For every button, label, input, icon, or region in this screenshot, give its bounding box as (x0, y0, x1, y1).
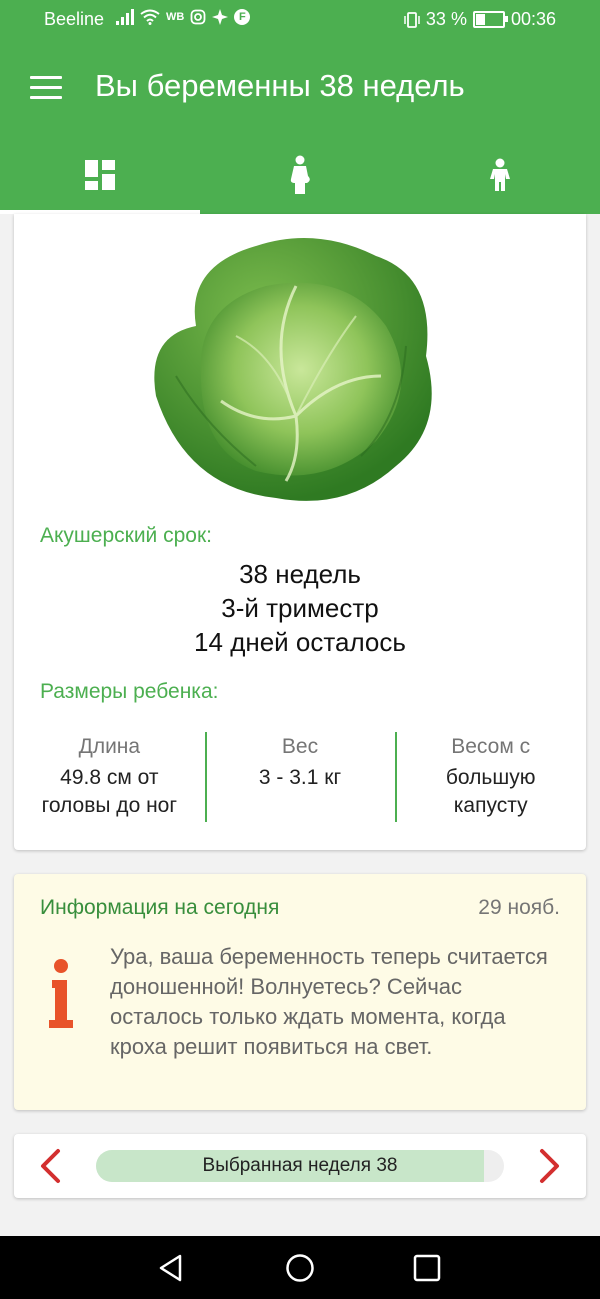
dashboard-icon (85, 160, 115, 190)
clock: 00:36 (510, 9, 556, 29)
tab-dashboard[interactable] (0, 136, 200, 214)
menu-icon[interactable] (30, 76, 62, 100)
wb-icon: WB (166, 11, 185, 23)
term-label: Акушерский срок: (40, 524, 212, 547)
pregnant-woman-icon (290, 155, 310, 194)
home-nav-icon[interactable] (285, 1253, 315, 1283)
length-column: Длина 49.8 см от головы до ног (14, 730, 205, 824)
baby-info-card: Акушерский срок: 38 недель 3-й триместр … (14, 214, 586, 850)
tab-mother[interactable] (200, 136, 400, 214)
child-icon (490, 158, 510, 191)
status-right: 33 % 00:36 (404, 9, 556, 30)
battery-icon (472, 11, 508, 28)
info-date: 29 нояб. (478, 896, 560, 919)
days-left-value: 14 дней осталось (194, 627, 406, 657)
tab-child[interactable] (400, 136, 600, 214)
baby-sizes: Длина 49.8 см от головы до ног Вес 3 - 3… (14, 730, 586, 824)
info-icon (49, 959, 73, 1028)
length-value: 49.8 см от головы до ног (41, 766, 178, 817)
page-title: Вы беременны 38 недель (95, 68, 465, 103)
vibrate-icon (404, 11, 420, 28)
length-header: Длина (78, 735, 141, 758)
daily-info-card: Информация на сегодня 29 нояб. Ура, ваша… (14, 874, 586, 1110)
weeks-value: 38 недель (239, 559, 361, 589)
f-icon: F (234, 9, 251, 25)
status-icons: WB F (116, 9, 251, 25)
system-nav-bar (0, 1236, 600, 1299)
trimester-value: 3-й триместр (221, 593, 379, 623)
week-progress-bar[interactable]: Выбранная неделя 38 (96, 1150, 504, 1182)
weight-column: Вес 3 - 3.1 кг (204, 730, 396, 824)
carrier-name: Beeline (44, 9, 105, 29)
week-selector: Выбранная неделя 38 (14, 1134, 586, 1198)
weight-value: 3 - 3.1 кг (258, 766, 342, 789)
signal-icon (116, 9, 134, 25)
selected-week-label: Выбранная неделя 38 (202, 1155, 398, 1176)
info-title: Информация на сегодня (40, 896, 280, 919)
info-text: Ура, ваша беременность теперь считается … (110, 944, 548, 1059)
recents-nav-icon[interactable] (412, 1253, 442, 1283)
cabbage-image (154, 238, 432, 501)
sparkle-icon (212, 9, 229, 25)
next-week-button[interactable] (532, 1148, 566, 1184)
comparison-column: Весом с большую капусту (395, 730, 586, 824)
battery-percent: 33 % (425, 9, 467, 29)
app-toolbar: Вы беременны 38 недель (0, 40, 600, 136)
instagram-icon (190, 9, 206, 25)
status-bar: Beeline WB F 33 % 00:36 (0, 0, 600, 40)
comparison-value: большую капусту (445, 766, 536, 817)
sizes-label: Размеры ребенка: (40, 680, 219, 703)
prev-week-button[interactable] (34, 1148, 68, 1184)
back-nav-icon[interactable] (156, 1253, 186, 1283)
wifi-icon (140, 9, 160, 25)
weight-header: Вес (281, 735, 319, 758)
comparison-header: Весом с (451, 735, 531, 758)
tab-bar (0, 136, 600, 214)
